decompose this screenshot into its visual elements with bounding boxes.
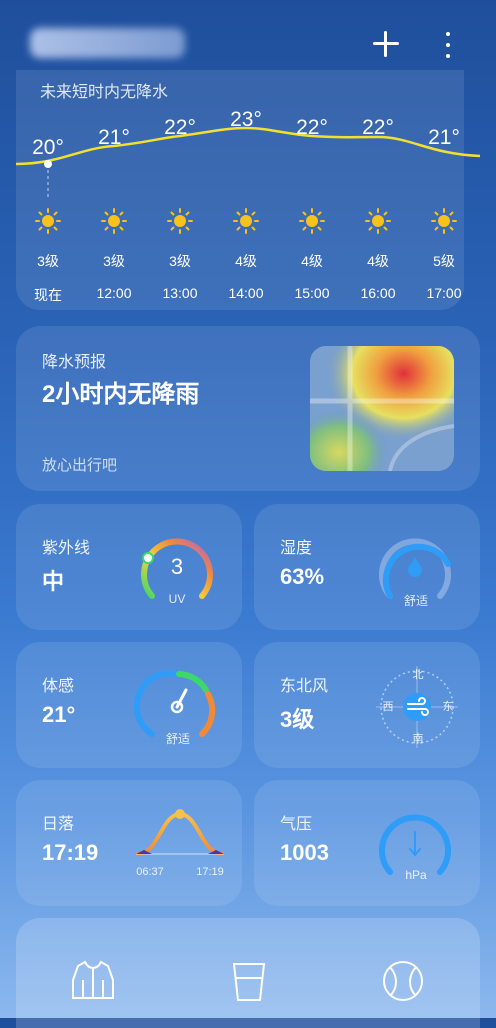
sun-icon [233, 208, 259, 234]
uv-title: 紫外线 [42, 540, 91, 557]
hour-time: 16:00 [360, 285, 396, 301]
hour-temp: 22° [296, 116, 328, 139]
hour-temp: 21° [428, 126, 460, 149]
hour-wind: 4级 [367, 253, 389, 269]
hour-column: 3级 13:00 [150, 208, 210, 301]
compass-west: 西 [382, 701, 394, 713]
water-drop-icon [408, 557, 422, 577]
sunset-value: 17:19 [42, 840, 99, 865]
hour-wind: 4级 [235, 253, 257, 269]
hour-time: 15:00 [294, 285, 330, 301]
pressure-card[interactable]: 气压 1003 hPa [254, 780, 480, 906]
sun-icon [299, 208, 325, 234]
jacket-icon[interactable] [70, 958, 116, 1004]
hour-column: 3级 12:00 [84, 208, 144, 301]
sun-icon [431, 208, 457, 234]
hour-temp: 23° [230, 108, 262, 131]
sun-arc [136, 809, 224, 856]
hour-column: 3级 现在 [18, 208, 78, 305]
rain-title: 降水预报 [42, 354, 107, 371]
hour-wind: 3级 [103, 253, 125, 269]
uv-card[interactable]: 紫外线 中 3 UV [16, 504, 242, 630]
wind-card[interactable]: 东北风 3级 北 南 西 东 [254, 642, 480, 768]
ball-icon[interactable] [380, 958, 426, 1004]
sunrise-time: 06:37 [136, 866, 164, 878]
compass-east: 东 [442, 701, 454, 713]
pressure-title: 气压 [280, 816, 313, 833]
hour-time: 13:00 [162, 285, 198, 301]
hour-column: 4级 16:00 [348, 208, 408, 301]
sunset-card[interactable]: 日落 17:19 06:37 17:19 [16, 780, 242, 906]
hour-temp: 20° [32, 136, 64, 159]
hour-column: 4级 14:00 [216, 208, 276, 301]
wind-value: 3级 [280, 707, 315, 732]
feels-title: 体感 [42, 678, 75, 695]
sun-icon [167, 208, 193, 234]
humidity-comfort: 舒适 [403, 594, 428, 608]
rain-main-text: 2小时内无降雨 [42, 381, 200, 408]
hour-time: 17:00 [426, 285, 462, 301]
feels-comfort: 舒适 [165, 732, 190, 746]
feels-like-card[interactable]: 体感 21° 舒适 [16, 642, 242, 768]
compass-south: 南 [412, 733, 424, 745]
hour-temp: 22° [362, 116, 394, 139]
humidity-title: 湿度 [280, 540, 313, 557]
sun-icon [101, 208, 127, 234]
rain-forecast-card[interactable]: 降水预报 2小时内无降雨 放心出行吧 [16, 326, 480, 491]
pressure-unit: hPa [405, 868, 427, 882]
humidity-value: 63% [280, 564, 325, 589]
uv-unit: UV [168, 592, 186, 606]
sunset-title: 日落 [42, 816, 75, 833]
rain-radar-map[interactable] [310, 346, 454, 471]
humidity-card[interactable]: 湿度 63% 舒适 [254, 504, 480, 630]
feels-value: 21° [42, 702, 76, 727]
hour-time: 14:00 [228, 285, 264, 301]
hour-time: 现在 [34, 287, 62, 303]
hour-temp: 21° [98, 126, 130, 149]
hour-temp: 22° [164, 116, 196, 139]
rain-sub-text: 放心出行吧 [42, 457, 118, 474]
uv-index: 3 [170, 554, 184, 579]
hour-wind: 5级 [433, 253, 455, 269]
wind-title: 东北风 [280, 678, 329, 695]
compass-north: 北 [412, 669, 424, 681]
hour-time: 12:00 [96, 285, 132, 301]
hour-column: 5级 17:00 [414, 208, 474, 301]
hour-wind: 4级 [301, 253, 323, 269]
hour-column: 4级 15:00 [282, 208, 342, 301]
cup-icon[interactable] [226, 958, 272, 1004]
temperature-curve [15, 126, 481, 200]
hour-wind: 3级 [37, 253, 59, 269]
hour-wind: 3级 [169, 253, 191, 269]
sunset-time: 17:19 [196, 866, 224, 878]
uv-level: 中 [42, 569, 65, 594]
pressure-value: 1003 [280, 840, 329, 865]
sun-icon [35, 208, 61, 234]
sun-icon [365, 208, 391, 234]
